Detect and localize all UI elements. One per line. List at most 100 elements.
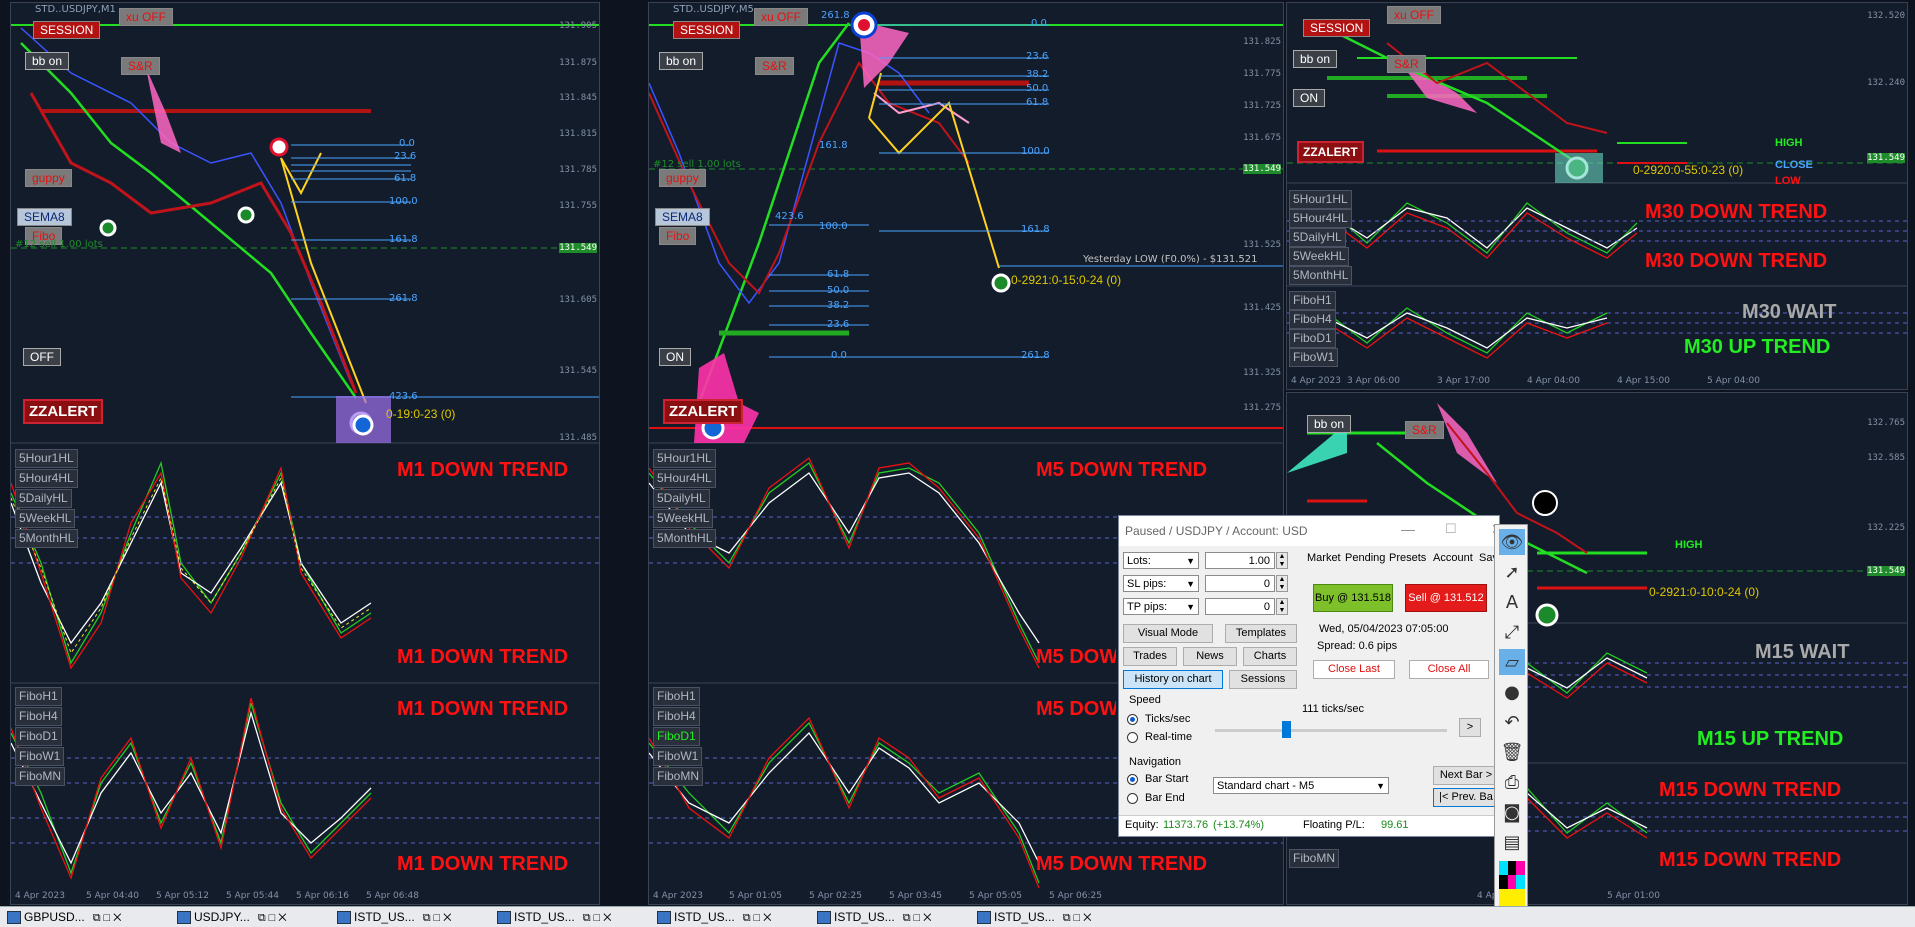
xu-off-button[interactable]: xu OFF bbox=[1387, 6, 1442, 24]
lots-select[interactable]: Lots: ▼ bbox=[1123, 552, 1199, 569]
task-button[interactable]: ISTD_US... ⧉□✕ bbox=[814, 909, 935, 925]
tester-panel[interactable]: Paused / USDJPY / Account: USD — ☐ ✕ Lot… bbox=[1118, 515, 1503, 837]
osc-tag[interactable]: 5DailyHL bbox=[653, 489, 710, 508]
sl-input[interactable]: 0 bbox=[1205, 575, 1275, 592]
tab-account[interactable]: Account bbox=[1433, 552, 1473, 564]
osc-tag[interactable]: FiboH4 bbox=[653, 707, 700, 726]
osc-tag[interactable]: 5Hour4HL bbox=[653, 469, 716, 488]
bar-end-radio[interactable] bbox=[1127, 793, 1138, 804]
osc-tag[interactable]: 5Hour1HL bbox=[1289, 190, 1352, 209]
osc-tag[interactable]: FiboW1 bbox=[1289, 348, 1339, 367]
speed-slider[interactable] bbox=[1215, 721, 1447, 738]
bar-start-radio[interactable] bbox=[1127, 774, 1138, 785]
eye-icon[interactable]: 👁 bbox=[1499, 529, 1525, 555]
eraser-icon[interactable]: ▱ bbox=[1499, 649, 1525, 675]
window-controls[interactable]: ⧉□✕ bbox=[258, 912, 290, 924]
task-button[interactable]: GBPUSD... ⧉□✕ bbox=[4, 909, 125, 925]
line-icon[interactable]: ⤢ bbox=[1499, 619, 1525, 645]
osc-tag[interactable]: FiboD1 bbox=[15, 727, 62, 746]
osc-tag[interactable]: FiboH1 bbox=[15, 687, 62, 706]
sr-button[interactable]: S&R bbox=[755, 57, 794, 75]
osc-tag[interactable]: 5Hour1HL bbox=[653, 449, 716, 468]
maximize-icon[interactable]: ☐ bbox=[1445, 521, 1457, 537]
trash-icon[interactable]: 🗑 bbox=[1499, 739, 1525, 765]
task-button[interactable]: ISTD_US... ⧉□✕ bbox=[654, 909, 775, 925]
print-icon[interactable]: ⎙ bbox=[1499, 769, 1525, 795]
osc-tag[interactable]: 5WeekHL bbox=[1289, 247, 1350, 266]
session-button[interactable]: SESSION bbox=[673, 21, 741, 39]
bb-on-button[interactable]: bb on bbox=[25, 52, 70, 70]
text-icon[interactable]: A bbox=[1499, 589, 1525, 615]
fibo-button[interactable]: Fibo bbox=[659, 227, 697, 245]
close-all-button[interactable]: Close All bbox=[1409, 660, 1489, 679]
realtime-radio[interactable] bbox=[1127, 732, 1138, 743]
chart-m1[interactable]: STD..USDJPY,M1 xu OFF SESSION bb on S&R … bbox=[10, 2, 600, 905]
osc-tag[interactable]: FiboMN bbox=[1289, 849, 1340, 868]
osc-tag[interactable]: FiboH1 bbox=[1289, 291, 1336, 310]
sl-stepper[interactable]: ▲ ▼ bbox=[1276, 575, 1288, 592]
osc-tag[interactable]: 5Hour4HL bbox=[1289, 209, 1352, 228]
bb-on-button[interactable]: bb on bbox=[1293, 50, 1338, 68]
chart-type-select[interactable]: Standard chart - M5 ▼ bbox=[1213, 777, 1389, 794]
sr-button[interactable]: S&R bbox=[1405, 421, 1444, 439]
toggle-button[interactable]: ON bbox=[659, 348, 691, 366]
undo-icon[interactable]: ↶ bbox=[1499, 709, 1525, 735]
osc-tag[interactable]: FiboH4 bbox=[15, 707, 62, 726]
prev-bar-button[interactable]: |< Prev. Ba bbox=[1433, 788, 1499, 807]
window-controls[interactable]: ⧉□✕ bbox=[423, 912, 455, 924]
sema8-button[interactable]: SEMA8 bbox=[655, 208, 710, 226]
sessions-button[interactable]: Sessions bbox=[1229, 670, 1297, 689]
bb-on-button[interactable]: bb on bbox=[659, 52, 704, 70]
window-controls[interactable]: ⧉□✕ bbox=[903, 912, 935, 924]
osc-tag[interactable]: 5MonthHL bbox=[15, 529, 79, 548]
osc-tag[interactable]: FiboMN bbox=[15, 767, 66, 786]
osc-tag[interactable]: FiboD1 bbox=[1289, 329, 1336, 348]
osc-tag[interactable]: FiboH1 bbox=[653, 687, 700, 706]
lots-stepper[interactable]: ▲ ▼ bbox=[1276, 552, 1288, 569]
news-button[interactable]: News bbox=[1183, 647, 1237, 666]
bb-on-button[interactable]: bb on bbox=[1307, 415, 1352, 433]
sema8-button[interactable]: SEMA8 bbox=[17, 208, 72, 226]
osc-tag[interactable]: FiboW1 bbox=[653, 747, 703, 766]
tp-input[interactable]: 0 bbox=[1205, 598, 1275, 615]
chart-m30[interactable]: xu OFF SESSION bb on S&R ON ZZALERT HIGH… bbox=[1286, 2, 1908, 390]
task-button[interactable]: ISTD_US... ⧉□✕ bbox=[974, 909, 1095, 925]
close-last-button[interactable]: Close Last bbox=[1313, 660, 1395, 679]
visual-mode-button[interactable]: Visual Mode bbox=[1123, 624, 1213, 643]
next-bar-button[interactable]: Next Bar > bbox=[1433, 766, 1499, 785]
sr-button[interactable]: S&R bbox=[121, 57, 160, 75]
lots-input[interactable]: 1.00 bbox=[1205, 552, 1275, 569]
speed-next-button[interactable]: > bbox=[1459, 718, 1481, 737]
task-button[interactable]: USDJPY... ⧉□✕ bbox=[174, 909, 290, 925]
sr-button[interactable]: S&R bbox=[1387, 55, 1426, 73]
ticks-radio[interactable] bbox=[1127, 714, 1138, 725]
speed-slider-thumb[interactable] bbox=[1281, 721, 1291, 738]
tp-stepper[interactable]: ▲ ▼ bbox=[1276, 598, 1288, 615]
session-button[interactable]: SESSION bbox=[33, 21, 101, 39]
osc-tag[interactable]: 5MonthHL bbox=[653, 529, 717, 548]
tab-market[interactable]: Market bbox=[1307, 552, 1341, 564]
osc-tag[interactable]: 5WeekHL bbox=[15, 509, 76, 528]
task-button[interactable]: ISTD_US... ⧉□✕ bbox=[334, 909, 455, 925]
sl-select[interactable]: SL pips: ▼ bbox=[1123, 575, 1199, 592]
tab-presets[interactable]: Presets bbox=[1389, 552, 1426, 564]
toggle-button[interactable]: OFF bbox=[23, 348, 61, 366]
osc-tag[interactable]: 5WeekHL bbox=[653, 509, 714, 528]
camera-icon[interactable]: ◙ bbox=[1499, 799, 1525, 825]
osc-tag[interactable]: 5Hour4HL bbox=[15, 469, 78, 488]
osc-tag[interactable]: 5DailyHL bbox=[15, 489, 72, 508]
cursor-icon[interactable]: ➚ bbox=[1499, 559, 1525, 585]
history-on-chart-button[interactable]: History on chart bbox=[1123, 670, 1223, 689]
osc-tag[interactable]: 5Hour1HL bbox=[15, 449, 78, 468]
osc-tag[interactable]: FiboMN bbox=[653, 767, 704, 786]
osc-tag[interactable]: 5MonthHL bbox=[1289, 266, 1353, 285]
drawing-toolbar[interactable]: 👁 ➚ A ⤢ ▱ ● ↶ 🗑 ⎙ ◙ ▤ bbox=[1494, 524, 1528, 924]
sell-button[interactable]: Sell @ 131.512 bbox=[1405, 584, 1487, 612]
circle-icon[interactable]: ● bbox=[1499, 679, 1525, 705]
window-controls[interactable]: ⧉□✕ bbox=[93, 912, 125, 924]
xu-off-button[interactable]: xu OFF bbox=[119, 8, 174, 26]
osc-tag[interactable]: 5DailyHL bbox=[1289, 228, 1346, 247]
clipboard-icon[interactable]: ▤ bbox=[1499, 829, 1525, 855]
tab-pending[interactable]: Pending bbox=[1345, 552, 1385, 564]
guppy-button[interactable]: guppy bbox=[25, 169, 72, 187]
